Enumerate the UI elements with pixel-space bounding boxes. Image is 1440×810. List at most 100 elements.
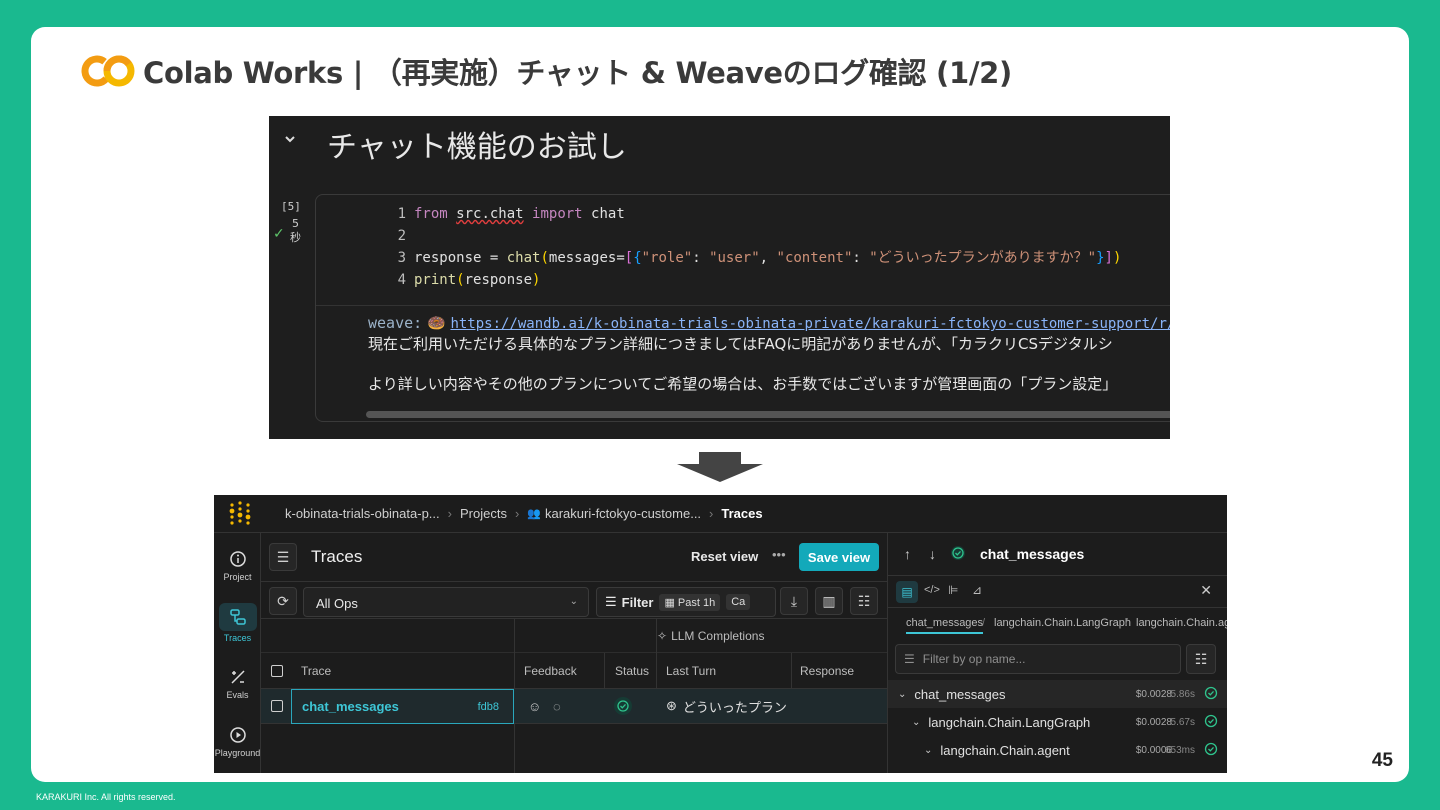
filter-button[interactable]: ☰ Filter ▦ Past 1h Ca <box>596 587 776 617</box>
chevron-down-icon[interactable] <box>283 132 297 146</box>
col-last-turn[interactable]: Last Turn <box>666 653 716 688</box>
sidebar-item-evals[interactable]: Evals <box>214 667 261 700</box>
ops-select[interactable]: All Ops ⌄ <box>303 587 589 617</box>
more-icon[interactable]: ••• <box>772 547 786 562</box>
slide: Colab Works | （再実施）チャット & Weaveのログ確認 (1/… <box>31 27 1409 782</box>
columns-icon[interactable]: ☷ <box>1186 644 1216 674</box>
tree-node-chat-messages[interactable]: ⌄ chat_messages $0.0028 5.86s <box>888 680 1227 708</box>
tree-node-cost: $0.0028 <box>1135 716 1172 728</box>
code-cell[interactable]: 1 from src.chat import chat 2 3 response =… <box>315 194 1170 422</box>
tab-chat-messages[interactable]: chat_messages <box>906 617 984 634</box>
weave-label: weave: <box>368 314 423 332</box>
col-feedback[interactable]: Feedback <box>524 653 577 688</box>
filter-chip[interactable]: Ca <box>726 594 751 610</box>
close-icon[interactable]: ✕ <box>1200 582 1212 599</box>
chevron-down-icon[interactable]: ⌄ <box>924 745 932 756</box>
info-icon <box>229 551 246 567</box>
sidebar-item-playground[interactable]: Playground <box>214 725 261 758</box>
group-label: LLM Completions <box>671 628 765 643</box>
chevron-down-icon[interactable]: ⌄ <box>898 689 906 700</box>
tab-langgraph[interactable]: langchain.Chain.LangGraph <box>994 617 1131 629</box>
breadcrumb-projects[interactable]: Projects <box>460 506 507 521</box>
table-row[interactable]: chat_messages fdb8 ☺ ◌ ⊛ どういったプラン <box>261 689 887 724</box>
row-checkbox[interactable] <box>271 689 283 723</box>
traces-main: ☰ Traces Reset view ••• Save view ⟳ All … <box>261 533 887 773</box>
sidebar-item-label: Evals <box>226 690 249 700</box>
weave-trace-link[interactable]: https://wandb.ai/k-obinata-trials-obinat… <box>450 316 1170 332</box>
sidebar-item-label: Playground <box>214 748 261 758</box>
filter-icon: ☰ <box>904 652 915 666</box>
wandb-logo[interactable] <box>227 500 253 527</box>
weave-sidebar: Project Traces Evals Playground <box>214 533 261 773</box>
string: "user" <box>709 250 760 266</box>
download-icon[interactable]: ⤓ <box>780 587 808 615</box>
tree-node-langgraph[interactable]: ⌄ langchain.Chain.LangGraph $0.0028 5.67… <box>888 708 1227 736</box>
sidebar-item-project[interactable]: Project <box>214 549 261 582</box>
exec-time: 5秒 <box>290 217 301 245</box>
comment-icon[interactable]: ◌ <box>553 689 561 723</box>
chart-icon[interactable]: ▥ <box>815 587 843 615</box>
col-trace[interactable]: Trace <box>301 653 331 688</box>
identifier: response <box>464 272 533 288</box>
tree-node-duration: 5.86s <box>1170 688 1195 700</box>
evals-icon <box>230 670 245 684</box>
arrow-down-icon[interactable]: ↓ <box>929 546 936 562</box>
graph-view-icon[interactable]: ⊿ <box>972 583 982 597</box>
trace-name: chat_messages <box>302 699 399 714</box>
last-turn-cell: ⊛ どういったプラン <box>666 689 787 723</box>
col-response[interactable]: Response <box>800 653 854 688</box>
section-title: チャット機能のお試し <box>327 130 627 165</box>
doc-view-icon[interactable]: ▤ <box>896 581 918 603</box>
traces-icon <box>229 609 246 625</box>
chevron-down-icon[interactable]: ⌄ <box>912 717 920 728</box>
keyword: import <box>532 206 583 222</box>
save-view-button[interactable]: Save view <box>799 543 879 571</box>
breadcrumb-entity[interactable]: k-obinata-trials-obinata-p... <box>285 506 440 521</box>
sparkle-icon: ✧ <box>657 628 668 643</box>
string: "content" <box>776 250 853 266</box>
copyright: KARAKURI Inc. All rights reserved. <box>36 792 176 802</box>
call-breadcrumb: chat_messages / langchain.Chain.LangGrap… <box>888 608 1227 638</box>
breadcrumb-traces: Traces <box>721 506 763 521</box>
add-reaction-icon[interactable]: ☺ <box>528 689 541 723</box>
columns-icon[interactable]: ☷ <box>850 587 878 615</box>
chevron-right-icon: › <box>514 506 520 521</box>
string: "role" <box>641 250 693 266</box>
weave-panel: k-obinata-trials-obinata-p... › Projects… <box>214 495 1227 773</box>
code-view-icon[interactable]: </> <box>924 584 940 596</box>
chevron-right-icon: › <box>709 506 714 521</box>
function-name: print <box>414 272 457 288</box>
tab-agent[interactable]: langchain.Chain.ag <box>1136 617 1227 629</box>
tree-node-cost: $0.0028 <box>1135 688 1172 700</box>
string: "どういったプランがありますか？" <box>869 250 1097 266</box>
play-icon <box>229 727 246 743</box>
trace-cell[interactable]: chat_messages fdb8 <box>291 689 514 724</box>
tree-node-agent[interactable]: ⌄ langchain.Chain.agent $0.0006 653ms <box>888 736 1227 764</box>
arrow-up-icon[interactable]: ↑ <box>904 546 911 562</box>
menu-icon[interactable]: ☰ <box>269 543 297 571</box>
sidebar-item-traces[interactable]: Traces <box>214 603 261 643</box>
code-editor[interactable]: 1 from src.chat import chat 2 3 response =… <box>392 203 1122 291</box>
sidebar-item-label: Traces <box>223 633 252 643</box>
breadcrumb-sep: / <box>1125 617 1129 629</box>
op-filter-placeholder: Filter by op name... <box>922 652 1026 666</box>
user-icon: ⊛ <box>666 698 677 713</box>
refresh-icon[interactable]: ⟳ <box>269 587 297 615</box>
exec-time-unit: 秒 <box>290 231 301 244</box>
col-status[interactable]: Status <box>615 653 649 688</box>
tree-view-icon[interactable]: ⊫ <box>948 583 958 597</box>
status-ok-icon <box>1204 686 1218 703</box>
tree-node-duration: 5.67s <box>1170 716 1195 728</box>
identifier: chat <box>591 206 625 222</box>
tree-node-name: chat_messages <box>914 686 1006 702</box>
tree-node-name: langchain.Chain.agent <box>940 742 1070 758</box>
filter-toolbar: ⟳ All Ops ⌄ ☰ Filter ▦ Past 1h Ca ⤓ ▥ ☷ <box>261 581 887 619</box>
header-checkbox[interactable] <box>271 653 283 688</box>
breadcrumb-project[interactable]: karakuri-fctokyo-custome... <box>545 506 701 521</box>
time-filter-chip[interactable]: ▦ Past 1h <box>659 593 721 611</box>
last-turn-text: どういったプラン <box>682 699 787 715</box>
horizontal-scrollbar[interactable] <box>366 411 1170 418</box>
reset-view-button[interactable]: Reset view <box>691 549 758 564</box>
arrow-down-icon <box>677 452 763 482</box>
op-filter-input[interactable]: ☰ Filter by op name... <box>895 644 1181 674</box>
